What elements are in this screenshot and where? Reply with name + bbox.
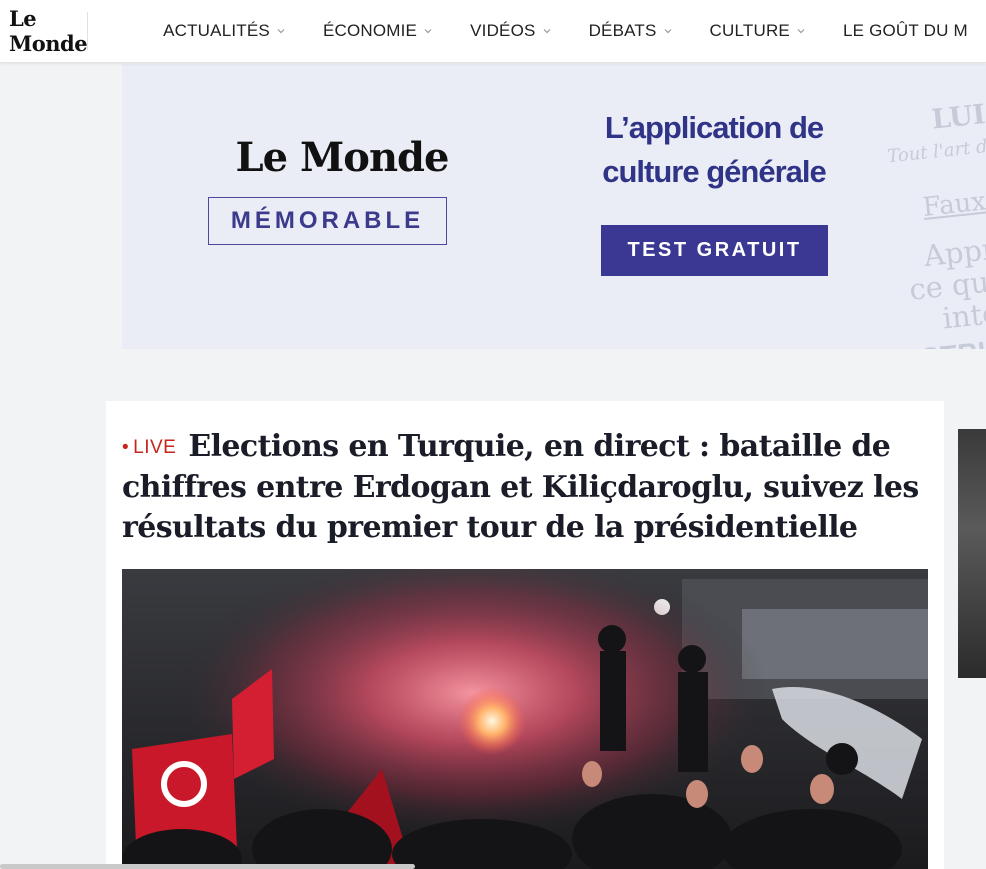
- ad-side-text: Tout l'art d: [886, 136, 986, 168]
- crowd-celebration-image: [122, 569, 928, 869]
- main-nav: ACTUALITÉS ÉCONOMIE VIDÉOS DÉBATS CULTUR…: [163, 0, 986, 62]
- ad-tagline: L’application de culture générale: [582, 106, 846, 194]
- ad-test-gratuit-button[interactable]: TEST GRATUIT: [601, 225, 828, 276]
- main-article-card[interactable]: • LIVE Elections en Turquie, en direct : b…: [106, 401, 944, 869]
- chevron-down-icon: [424, 27, 432, 35]
- article-headline-text: Elections en Turquie, en direct : batail…: [122, 429, 919, 545]
- live-dot-icon: •: [122, 437, 130, 458]
- live-label: LIVE: [133, 437, 177, 458]
- article-photo[interactable]: [122, 569, 928, 869]
- nav-item-label: LE GOÛT DU M: [842, 21, 968, 40]
- ad-side-text: intér: [940, 294, 986, 336]
- ad-product-name: MÉMORABLE: [208, 197, 447, 245]
- ad-side-artwork: LUI Tout l'art d Faux Appr ce qui intér …: [867, 74, 986, 349]
- chevron-down-icon: [797, 27, 805, 35]
- horizontal-scrollbar[interactable]: [0, 864, 415, 869]
- nav-item-debats[interactable]: DÉBATS: [589, 21, 672, 41]
- ad-tagline-line-1: L’application de: [604, 110, 824, 145]
- live-badge: • LIVE: [122, 437, 176, 458]
- nav-item-label: CULTURE: [709, 21, 790, 40]
- nav-item-label: DÉBATS: [588, 21, 657, 40]
- nav-item-culture[interactable]: CULTURE: [710, 21, 805, 41]
- article-headline[interactable]: • LIVE Elections en Turquie, en direct : b…: [122, 427, 934, 548]
- nav-item-label: ÉCONOMIE: [322, 21, 418, 40]
- nav-item-label: ACTUALITÉS: [163, 21, 270, 40]
- nav-item-economie[interactable]: ÉCONOMIE: [323, 21, 432, 41]
- le-monde-logo[interactable]: Le Monde: [0, 6, 89, 56]
- nav-item-label: VIDÉOS: [470, 21, 536, 40]
- ad-side-text: LUI: [930, 99, 986, 136]
- nav-item-videos[interactable]: VIDÉOS: [470, 21, 550, 41]
- chevron-down-icon: [277, 27, 285, 35]
- ad-tagline-line-2: culture générale: [602, 154, 826, 189]
- nav-item-le-gout-du-monde[interactable]: LE GOÛT DU M: [843, 21, 968, 41]
- chevron-down-icon: [543, 27, 551, 35]
- chevron-down-icon: [664, 27, 672, 35]
- ad-side-text: INSTRU: [891, 335, 986, 349]
- top-navigation-bar: Le Monde ACTUALITÉS ÉCONOMIE VIDÉOS DÉBA…: [0, 0, 986, 63]
- sidebar-thumbnail-image[interactable]: [958, 429, 986, 678]
- ad-side-text: Faux: [921, 186, 986, 223]
- ad-le-monde-logo: Le Monde: [235, 134, 450, 181]
- nav-item-actualites[interactable]: ACTUALITÉS: [163, 21, 285, 41]
- ad-banner-memorable[interactable]: Le Monde MÉMORABLE L’application de cult…: [122, 64, 986, 349]
